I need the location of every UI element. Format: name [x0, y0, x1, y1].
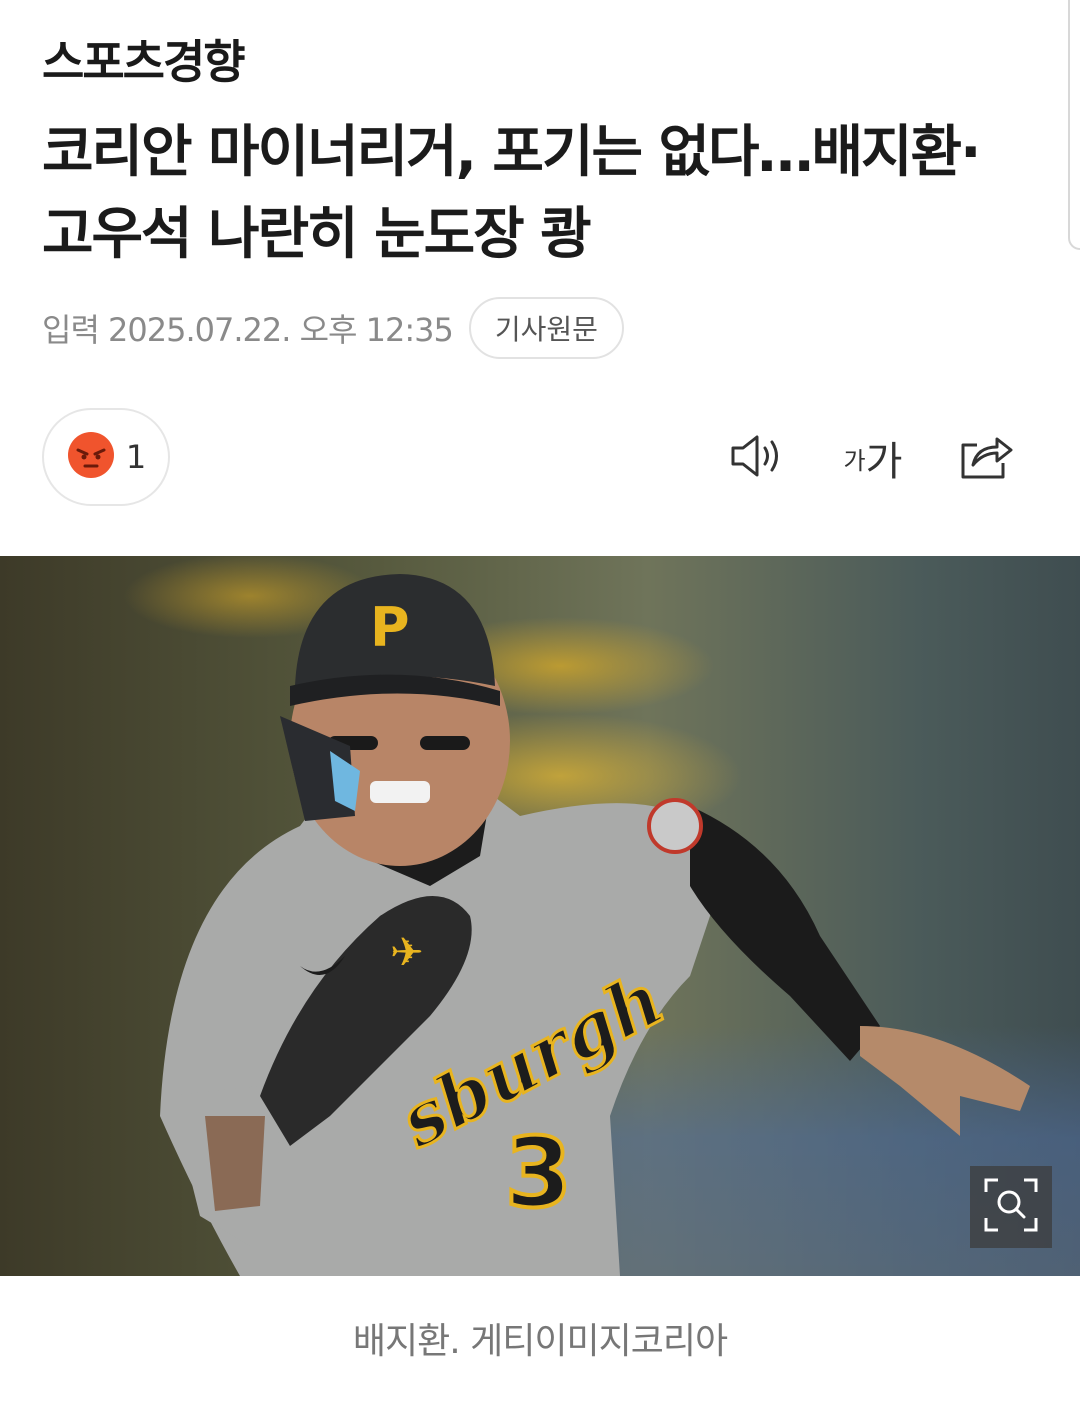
reaction-count: 1 [125, 438, 147, 476]
original-article-button[interactable]: 기사원문 [468, 297, 624, 359]
font-size-small-label: 가 [843, 446, 866, 475]
font-size-button[interactable]: 가가 [838, 430, 908, 486]
tts-button[interactable] [726, 430, 786, 486]
site-logo[interactable]: 스포츠경향 [42, 26, 246, 92]
article-photo[interactable]: ✈ P sburgh 3 [0, 556, 1080, 1276]
font-size-large-label: 가 [865, 439, 903, 485]
publish-date: 입력 2025.07.22. 오후 12:35 [42, 311, 454, 349]
share-button[interactable] [956, 430, 1016, 486]
side-panel-edge [1068, 0, 1080, 250]
photo-zoom-button[interactable] [970, 1166, 1052, 1248]
photo-caption: 배지환. 게티이미지코리아 [352, 1321, 728, 1362]
cap-letter: P [370, 596, 410, 659]
reaction-button[interactable]: 1 [42, 408, 170, 506]
headline-line-1: 코리안 마이너리거, 포기는 없다…배지환· [42, 120, 981, 185]
speaker-icon [727, 433, 785, 483]
zoom-search-icon [982, 1176, 1040, 1238]
angry-face-icon [66, 430, 116, 484]
player-illustration: ✈ P sburgh 3 [160, 574, 1030, 1276]
share-icon [957, 431, 1015, 485]
article-headline: 코리안 마이너리거, 포기는 없다…배지환· 고우석 나란히 눈도장 쾅 [42, 112, 1042, 276]
headline-line-2: 고우석 나란히 눈도장 쾅 [42, 202, 592, 267]
glove-logo: ✈ [390, 930, 424, 976]
article-meta: 입력 2025.07.22. 오후 12:35 기사원문 [42, 296, 624, 360]
jersey-number: 3 [505, 1117, 572, 1229]
